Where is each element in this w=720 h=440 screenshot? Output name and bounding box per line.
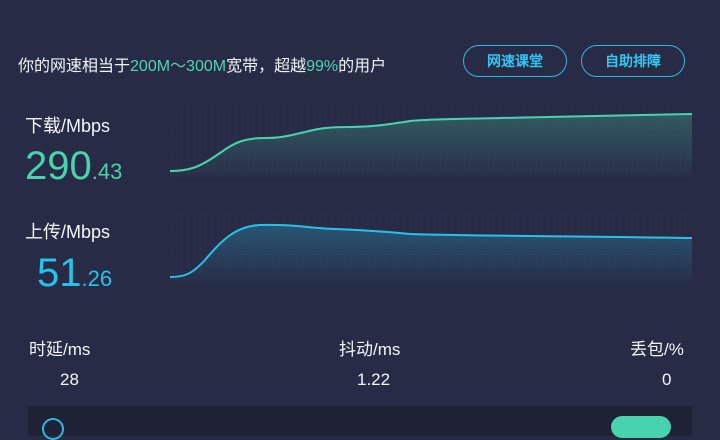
packet-loss-value: 0 (662, 370, 672, 389)
upload-value-dec: .26 (81, 266, 113, 291)
info-icon[interactable] (42, 418, 64, 440)
summary-range: 200M～300M (130, 58, 227, 75)
upload-value: 51.26 (37, 253, 112, 293)
packet-loss-label: 丢包/% (630, 340, 684, 359)
speed-course-button[interactable]: 网速课堂 (463, 45, 567, 77)
download-value-int: 290 (25, 144, 92, 188)
latency-label: 时延/ms (29, 340, 91, 359)
summary-suffix: 的用户 (338, 58, 387, 75)
upload-label: 上传/Mbps (25, 222, 111, 242)
bottom-panel (28, 406, 692, 436)
download-value-dec: .43 (91, 159, 123, 184)
speed-summary: 你的网速相当于200M～300M宽带，超越99%的用户 (18, 52, 386, 76)
summary-prefix: 你的网速相当于 (18, 58, 131, 75)
jitter-value: 1.22 (357, 370, 391, 389)
download-value: 290.43 (25, 146, 122, 186)
upload-value-int: 51 (37, 251, 82, 295)
self-diagnose-button[interactable]: 自助排障 (581, 45, 685, 77)
jitter-label: 抖动/ms (339, 340, 401, 359)
latency-value: 28 (60, 370, 79, 389)
action-pill-button[interactable] (611, 416, 671, 438)
download-chart (170, 105, 692, 177)
download-label: 下载/Mbps (25, 116, 111, 136)
summary-middle: 宽带，超越 (226, 58, 307, 75)
upload-chart (170, 212, 692, 282)
summary-percent: 99% (306, 58, 339, 75)
